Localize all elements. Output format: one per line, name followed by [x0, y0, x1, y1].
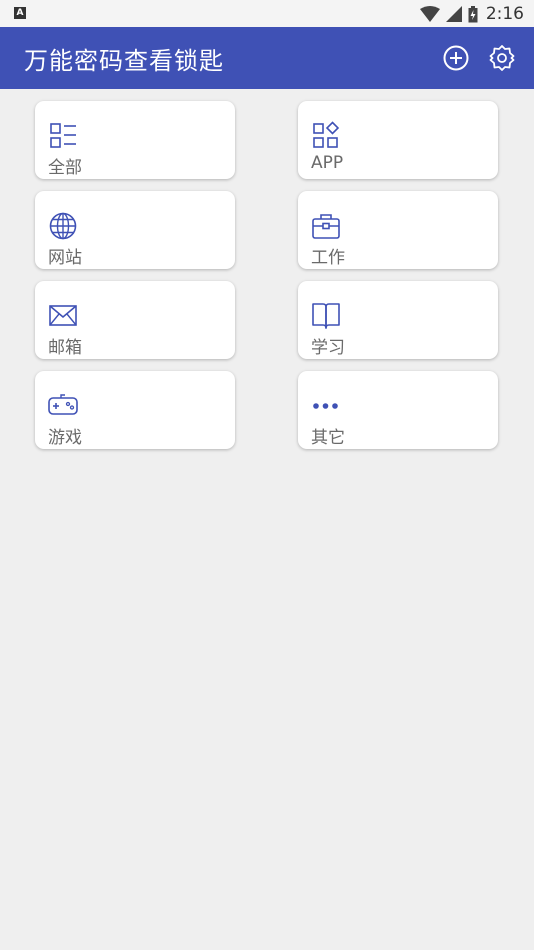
app-title: 万能密码查看锁匙	[24, 47, 224, 75]
signal-icon	[445, 6, 462, 22]
add-button[interactable]	[442, 42, 470, 74]
category-card-games[interactable]: 游戏	[35, 371, 235, 449]
gamepad-icon	[48, 394, 78, 415]
app-actions	[442, 42, 516, 74]
globe-icon	[49, 212, 77, 240]
battery-charging-icon	[468, 5, 478, 22]
category-card-study[interactable]: 学习	[298, 281, 498, 359]
category-label: APP	[311, 153, 344, 173]
category-card-work[interactable]: 工作	[298, 191, 498, 269]
category-card-other[interactable]: 其它	[298, 371, 498, 449]
settings-icon	[489, 45, 515, 71]
category-card-mail[interactable]: 邮箱	[35, 281, 235, 359]
category-card-website[interactable]: 网站	[35, 191, 235, 269]
notification-indicator: A	[14, 7, 26, 19]
mail-icon	[49, 305, 77, 326]
apps-icon	[313, 121, 340, 148]
wifi-icon	[419, 6, 440, 22]
status-bar: A 2:16	[0, 0, 534, 27]
more-icon	[313, 403, 338, 409]
clock: 2:16	[485, 4, 524, 24]
category-label: 学习	[311, 338, 345, 358]
book-icon	[312, 303, 340, 329]
app-bar: 万能密码查看锁匙	[0, 27, 534, 89]
settings-button[interactable]	[488, 42, 516, 74]
category-label: 网站	[48, 248, 82, 268]
add-circle-icon	[443, 45, 469, 71]
status-icons: 2:16	[419, 2, 524, 26]
category-label: 邮箱	[48, 338, 82, 358]
category-label: 全部	[48, 158, 82, 178]
category-label: 其它	[311, 428, 345, 448]
category-label: 游戏	[48, 428, 82, 448]
list-icon	[50, 123, 76, 148]
category-grid: 全部 APP 网站 工作 邮箱 学习 游戏 其它	[35, 101, 498, 449]
category-card-all[interactable]: 全部	[35, 101, 235, 179]
briefcase-icon	[312, 214, 340, 239]
category-card-app[interactable]: APP	[298, 101, 498, 179]
category-label: 工作	[311, 248, 345, 268]
